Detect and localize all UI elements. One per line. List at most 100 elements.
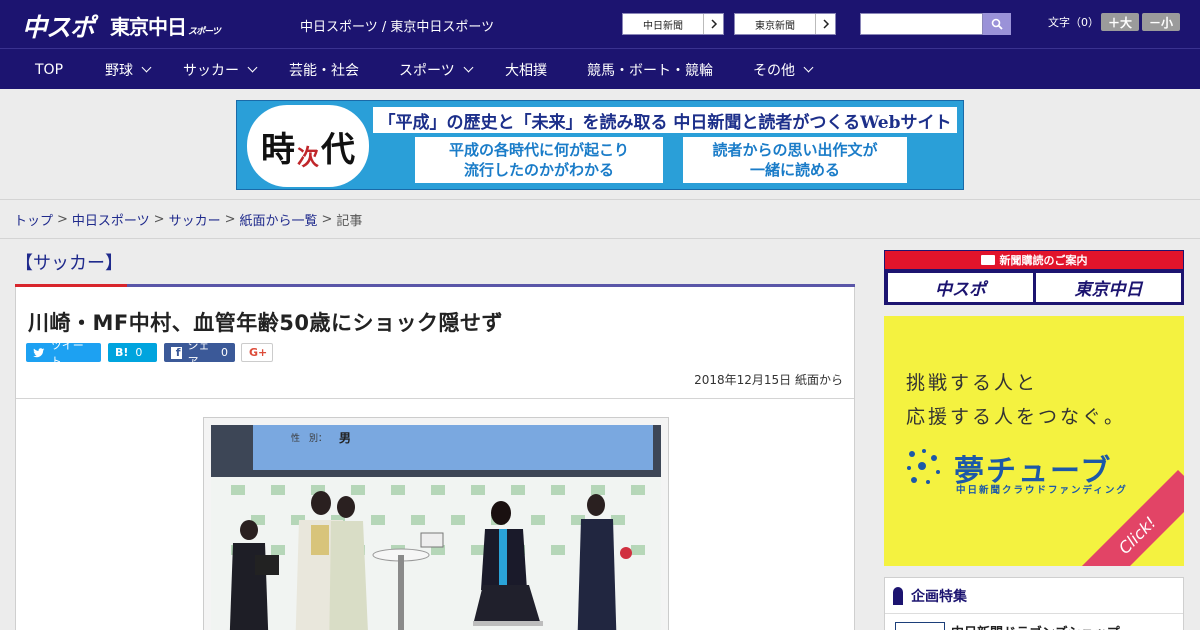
chuspo-logo[interactable]: 中スポ bbox=[22, 8, 95, 44]
dragons-shop-link[interactable]: 中日新聞ドラゴンズショップ bbox=[951, 622, 1120, 630]
nav-item-other[interactable]: その他 bbox=[753, 49, 814, 90]
tokyo-logo-main: 東京中日 bbox=[110, 15, 187, 39]
breadcrumb: トップ > 中日スポーツ > サッカー > 紙面から一覧 > 記事 bbox=[0, 200, 1200, 239]
chevron-right-icon bbox=[815, 14, 835, 34]
sub-logo-tokyo[interactable]: 東京中日 bbox=[1036, 273, 1181, 302]
breadcrumb-link-chunichi-sports[interactable]: 中日スポーツ bbox=[72, 210, 150, 229]
chevron-down-icon bbox=[803, 62, 814, 73]
facebook-share-button[interactable]: f シェア 0 bbox=[164, 339, 235, 368]
breadcrumb-separator: > bbox=[153, 211, 165, 227]
subscription-banner[interactable]: 新聞購読のご案内 中スポ 東京中日 bbox=[884, 250, 1184, 305]
tokyo-logo-small: スポーツ bbox=[188, 27, 221, 37]
article-card: 川崎・MF中村、血管年齢50歳にショック隠せず ツイート B! 0 f シェア … bbox=[15, 287, 855, 630]
ribbon-icon bbox=[893, 586, 903, 605]
special-features-title: 企画特集 bbox=[911, 588, 967, 605]
hatena-bookmark-button[interactable]: B! 0 bbox=[108, 343, 157, 362]
banner-box-line: 読者からの思い出作文が bbox=[712, 141, 878, 159]
facebook-icon: f bbox=[171, 346, 182, 359]
nav-item-entertainment[interactable]: 芸能・社会 bbox=[289, 49, 359, 90]
nav-label: スポーツ bbox=[399, 62, 455, 79]
breadcrumb-link-paper-list[interactable]: 紙面から一覧 bbox=[240, 210, 318, 229]
nav-label: 競馬・ボート・競輪 bbox=[587, 62, 713, 79]
category-heading: 【サッカー】 bbox=[15, 253, 123, 274]
tokyo-shimbun-link[interactable]: 東京新聞 bbox=[734, 13, 836, 35]
nav-item-baseball[interactable]: 野球 bbox=[105, 49, 152, 90]
ad-banner-zone: 時次代 「平成」の歴史と「未来」を読み取る 中日新聞と読者がつくるWebサイト … bbox=[0, 89, 1200, 200]
sub-logo-chuspo[interactable]: 中スポ bbox=[888, 273, 1033, 302]
jidai-logo-ji2: 次 bbox=[296, 145, 319, 171]
hatena-count: 0 bbox=[135, 346, 143, 359]
banner-box-history: 平成の各時代に何が起こり 流行したのかがわかる bbox=[415, 137, 663, 183]
banner-box-line: 流行したのかがわかる bbox=[463, 161, 614, 179]
banner-headline: 「平成」の歴史と「未来」を読み取る 中日新聞と読者がつくるWebサイト bbox=[373, 107, 957, 133]
breadcrumb-current: 記事 bbox=[336, 213, 363, 229]
yume-tube-ad[interactable]: 挑戦する人と 応援する人をつなぐ。 夢チューブ 中日新聞クラウドファンディング … bbox=[884, 316, 1184, 566]
yume-line-2: 応援する人をつなぐ。 bbox=[906, 406, 1127, 428]
banner-box-line: 平成の各時代に何が起こり bbox=[448, 141, 629, 159]
chunichi-shimbun-link[interactable]: 中日新聞 bbox=[622, 13, 724, 35]
article-photo-frame: 性 別： 男 bbox=[203, 417, 669, 630]
search-button[interactable] bbox=[983, 13, 1011, 35]
nav-label: TOP bbox=[35, 61, 64, 78]
nav-item-soccer[interactable]: サッカー bbox=[183, 49, 258, 90]
search-icon bbox=[991, 18, 1003, 30]
yume-dots-icon bbox=[907, 449, 940, 484]
nav-label: 野球 bbox=[105, 62, 133, 79]
main-nav: TOP 野球 サッカー 芸能・社会 スポーツ 大相撲 競馬・ボート・競輪 その他 bbox=[0, 48, 1200, 89]
nav-item-sports[interactable]: スポーツ bbox=[399, 49, 474, 90]
yume-line-1: 挑戦する人と bbox=[906, 372, 1039, 394]
nav-label: その他 bbox=[753, 62, 795, 79]
article-title: 川崎・MF中村、血管年齢50歳にショック隠せず bbox=[28, 311, 503, 335]
banner-box-line: 一緒に読める bbox=[749, 161, 840, 179]
subscription-header: 新聞購読のご案内 bbox=[885, 251, 1183, 269]
tweet-button[interactable]: ツイート bbox=[26, 339, 101, 368]
nav-item-top[interactable]: TOP bbox=[35, 49, 63, 90]
subscription-title: 新聞購読のご案内 bbox=[999, 254, 1088, 267]
font-smaller-button[interactable]: －小 bbox=[1142, 13, 1180, 31]
article-divider bbox=[16, 398, 854, 399]
nav-item-racing[interactable]: 競馬・ボート・競輪 bbox=[587, 49, 713, 90]
twitter-bird-icon bbox=[33, 347, 45, 357]
yume-subtitle: 中日新聞クラウドファンディング bbox=[956, 485, 1128, 496]
chevron-down-icon bbox=[247, 62, 258, 73]
font-size-label: 文字（0） bbox=[1048, 16, 1099, 29]
event-stage-photo: 性 別： 男 bbox=[211, 425, 661, 630]
screen-field-value: 男 bbox=[339, 431, 351, 445]
special-features-header: 企画特集 bbox=[885, 578, 1183, 614]
google-plus-icon: G+ bbox=[249, 346, 268, 359]
jidai-logo-ji: 時 bbox=[260, 129, 295, 170]
breadcrumb-separator: > bbox=[321, 211, 333, 227]
google-plus-button[interactable]: G+ bbox=[241, 343, 273, 362]
nav-label: サッカー bbox=[183, 62, 239, 79]
breadcrumb-link-soccer[interactable]: サッカー bbox=[169, 210, 221, 229]
font-bigger-button[interactable]: ＋大 bbox=[1101, 13, 1139, 31]
chevron-down-icon bbox=[463, 62, 474, 73]
breadcrumb-separator: > bbox=[57, 211, 68, 227]
article-date: 2018年12月15日 紙面から bbox=[694, 373, 843, 387]
chevron-down-icon bbox=[141, 62, 152, 73]
dragons-shop-thumbnail[interactable] bbox=[895, 622, 945, 630]
chevron-right-icon bbox=[703, 14, 723, 34]
ext-link-label: 東京新聞 bbox=[755, 20, 795, 32]
facebook-count: 0 bbox=[221, 346, 228, 359]
tweet-label: ツイート bbox=[50, 338, 84, 368]
site-title[interactable]: 中日スポーツ / 東京中日スポーツ bbox=[300, 16, 494, 35]
hatena-icon: B! bbox=[115, 346, 129, 359]
nav-label: 大相撲 bbox=[505, 62, 547, 79]
special-features-box: 企画特集 中日新聞ドラゴンズショップ bbox=[884, 577, 1184, 630]
nav-item-sumo[interactable]: 大相撲 bbox=[505, 49, 547, 90]
nav-label: 芸能・社会 bbox=[289, 62, 359, 79]
jidai-logo: 時次代 bbox=[247, 105, 369, 187]
ext-link-label: 中日新聞 bbox=[643, 20, 683, 32]
banner-box-memories: 読者からの思い出作文が 一緒に読める bbox=[683, 137, 907, 183]
tokyo-chunichi-logo[interactable]: 東京中日 スポーツ bbox=[110, 11, 221, 40]
article-photo[interactable]: 性 別： 男 bbox=[211, 425, 661, 630]
newspaper-icon bbox=[980, 255, 995, 265]
search-input[interactable] bbox=[860, 13, 983, 35]
jidai-banner[interactable]: 時次代 「平成」の歴史と「未来」を読み取る 中日新聞と読者がつくるWebサイト … bbox=[236, 100, 964, 190]
breadcrumb-separator: > bbox=[224, 211, 236, 227]
jidai-logo-dai: 代 bbox=[321, 129, 355, 170]
breadcrumb-link-top[interactable]: トップ bbox=[14, 210, 53, 229]
top-header: 中スポ 東京中日 スポーツ 中日スポーツ / 東京中日スポーツ 中日新聞 東京新聞… bbox=[0, 0, 1200, 48]
screen-field-label: 性 別： bbox=[291, 432, 327, 444]
